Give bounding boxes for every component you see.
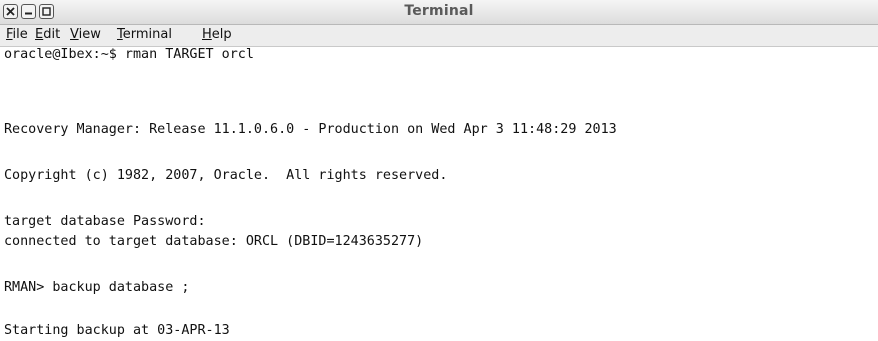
terminal-window: Terminal File Edit View Terminal Help or… — [0, 0, 878, 341]
terminal-line: RMAN> backup database ; — [4, 280, 190, 295]
menu-bar: File Edit View Terminal Help — [0, 25, 878, 47]
terminal-line: oracle@Ibex:~$ rman TARGET orcl — [4, 47, 254, 62]
title-bar[interactable]: Terminal — [0, 0, 878, 25]
menu-terminal[interactable]: Terminal — [117, 27, 172, 42]
window-title: Terminal — [404, 3, 474, 19]
terminal-line: Copyright (c) 1982, 2007, Oracle. All ri… — [4, 168, 448, 183]
terminal-output[interactable]: oracle@Ibex:~$ rman TARGET orcl Recovery… — [0, 47, 878, 341]
menu-edit[interactable]: Edit — [35, 27, 60, 42]
terminal-line: Starting backup at 03-APR-13 — [4, 323, 230, 338]
terminal-line: Recovery Manager: Release 11.1.0.6.0 - P… — [4, 122, 617, 137]
terminal-line: connected to target database: ORCL (DBID… — [4, 234, 424, 249]
terminal-line: target database Password: — [4, 214, 206, 229]
menu-help[interactable]: Help — [202, 27, 232, 42]
menu-file[interactable]: File — [6, 27, 28, 42]
menu-view[interactable]: View — [70, 27, 101, 42]
